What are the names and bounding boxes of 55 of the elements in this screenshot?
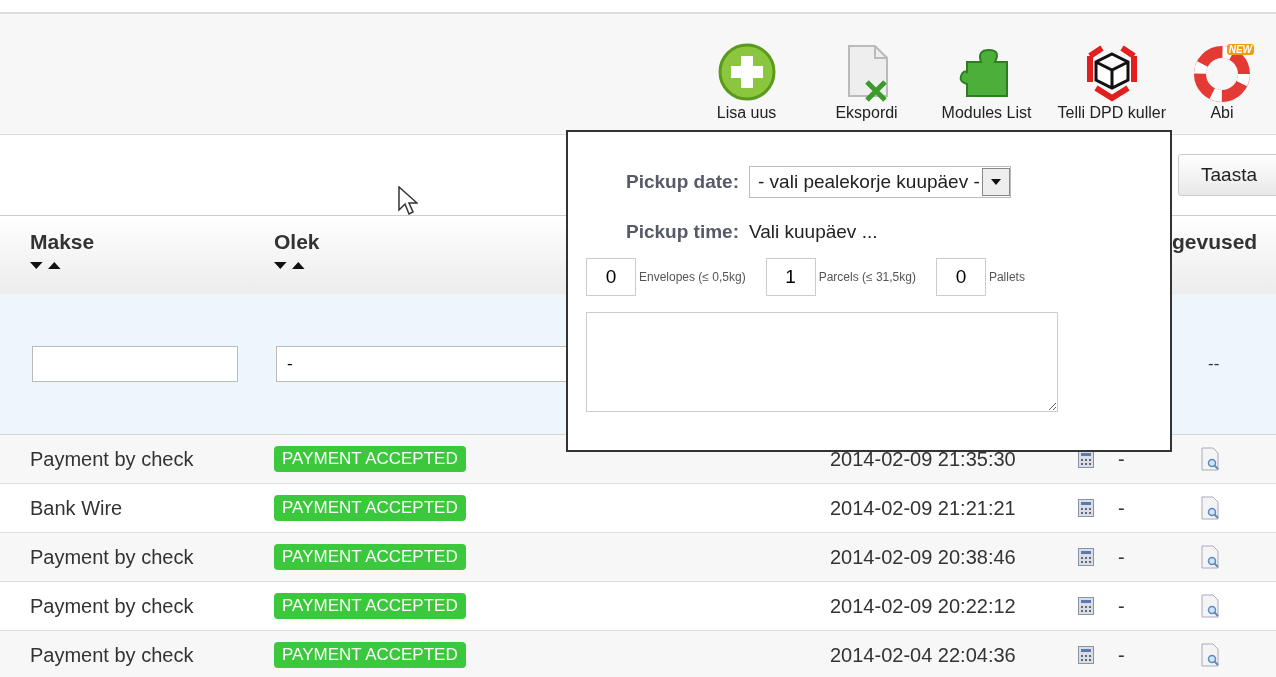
document-search-icon[interactable] <box>1200 447 1220 471</box>
reset-button[interactable]: Taasta <box>1178 154 1276 196</box>
mouse-cursor-icon <box>398 186 418 216</box>
payment-method-text: Payment by check <box>30 643 194 667</box>
status-label: PAYMENT ACCEPTED <box>274 642 466 668</box>
plus-icon <box>716 42 777 102</box>
calculator-icon[interactable] <box>1078 646 1094 664</box>
note-text: - <box>1118 643 1125 667</box>
comment-field[interactable] <box>586 312 1058 412</box>
pickup-time-text: Vali kuupäev ... <box>749 221 878 243</box>
order-date-text: 2014-02-09 20:22:12 <box>829 594 1016 618</box>
note-text: - <box>1118 594 1125 618</box>
new-badge: NEW <box>1226 44 1254 55</box>
toolbar-button[interactable]: NEW Abi <box>1182 42 1262 122</box>
calculator-icon[interactable] <box>1078 499 1094 517</box>
order-date-text: 2014-02-04 22:04:36 <box>829 643 1016 667</box>
quantity-field[interactable]: 1 <box>765 258 816 296</box>
note-text: - <box>1118 496 1125 520</box>
document-search-icon[interactable] <box>1200 643 1220 667</box>
column-header: Olek <box>274 230 320 254</box>
quantity-label: Pallets <box>988 270 1025 284</box>
pickup-time-label: Pickup time: <box>626 221 739 243</box>
quantity-field[interactable]: 0 <box>935 258 986 296</box>
payment-method-text: Payment by check <box>30 447 194 471</box>
payment-method-text: Bank Wire <box>30 496 123 520</box>
payment-filter-field[interactable] <box>32 346 238 382</box>
filter-placeholder-text: -- <box>1207 354 1220 374</box>
document-search-icon[interactable] <box>1200 496 1220 520</box>
payment-method-text: Payment by check <box>30 545 194 569</box>
toolbar-button[interactable]: Ekspordi <box>811 42 922 122</box>
quantity-label: Parcels (≤ 31,5kg) <box>818 270 916 284</box>
column-header: gevused <box>1172 230 1258 254</box>
calculator-icon[interactable] <box>1078 597 1094 615</box>
document-search-icon[interactable] <box>1200 545 1220 569</box>
toolbar-button[interactable]: Modules List <box>931 42 1042 122</box>
toolbar-button[interactable]: Telli DPD kuller <box>1051 42 1172 122</box>
note-text: - <box>1118 447 1125 471</box>
order-date-text: 2014-02-09 21:21:21 <box>829 496 1016 520</box>
pickup-date-label: Pickup date: <box>626 171 739 193</box>
quantity-field[interactable]: 0 <box>586 258 636 296</box>
status-label: PAYMENT ACCEPTED <box>274 544 466 570</box>
status-label: PAYMENT ACCEPTED <box>274 495 466 521</box>
payment-method-text: Payment by check <box>30 594 194 618</box>
pickup-date-select[interactable]: - vali pealekorje kuupäev - <box>749 166 1011 198</box>
note-text: - <box>1118 545 1125 569</box>
document-search-icon[interactable] <box>1200 594 1220 618</box>
column-header: Makse <box>30 230 95 254</box>
status-label: PAYMENT ACCEPTED <box>274 593 466 619</box>
order-date-text: 2014-02-09 21:35:30 <box>829 447 1016 471</box>
calculator-icon[interactable] <box>1078 548 1094 566</box>
order-date-text: 2014-02-09 20:38:46 <box>829 545 1016 569</box>
dropdown-arrow-icon[interactable] <box>990 179 1001 185</box>
quantity-label: Envelopes (≤ 0,5kg) <box>639 270 746 284</box>
status-label: PAYMENT ACCEPTED <box>274 446 466 472</box>
toolbar-button[interactable]: Lisa uus <box>691 42 802 122</box>
